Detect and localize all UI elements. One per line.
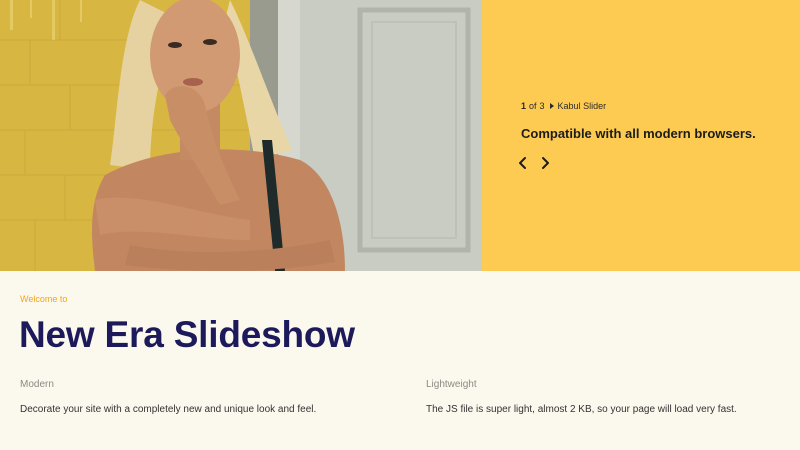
next-slide-button[interactable] [538,155,552,171]
feature-heading: Modern [20,379,54,390]
slide-photo [0,0,482,271]
play-triangle-icon [549,103,554,109]
feature-lightweight: Lightweight The JS file is super light, … [426,379,786,415]
feature-modern: Modern Decorate your site with a complet… [20,379,380,415]
slide-current-number: 1 [521,101,527,111]
welcome-eyebrow: Welcome to [20,294,68,304]
feature-description: The JS file is super light, almost 2 KB,… [426,404,737,415]
hero-slider: 1 of 3 Kabul Slider Compatible with all … [0,0,800,271]
slide-counter: 1 of 3 Kabul Slider [521,101,606,111]
slide-total-number: 3 [539,101,545,111]
slide-photo-illustration [0,0,482,271]
slide-counter-of: of [529,101,537,111]
previous-slide-button[interactable] [516,155,530,171]
page-title: New Era Slideshow [19,314,355,355]
chevron-right-icon [542,157,549,169]
slider-info-panel: 1 of 3 Kabul Slider Compatible with all … [482,0,800,271]
chevron-left-icon [519,157,526,169]
slider-name: Kabul Slider [557,101,607,111]
feature-heading: Lightweight [426,379,477,390]
slide-caption: Compatible with all modern browsers. [521,126,756,141]
feature-description: Decorate your site with a completely new… [20,404,317,415]
